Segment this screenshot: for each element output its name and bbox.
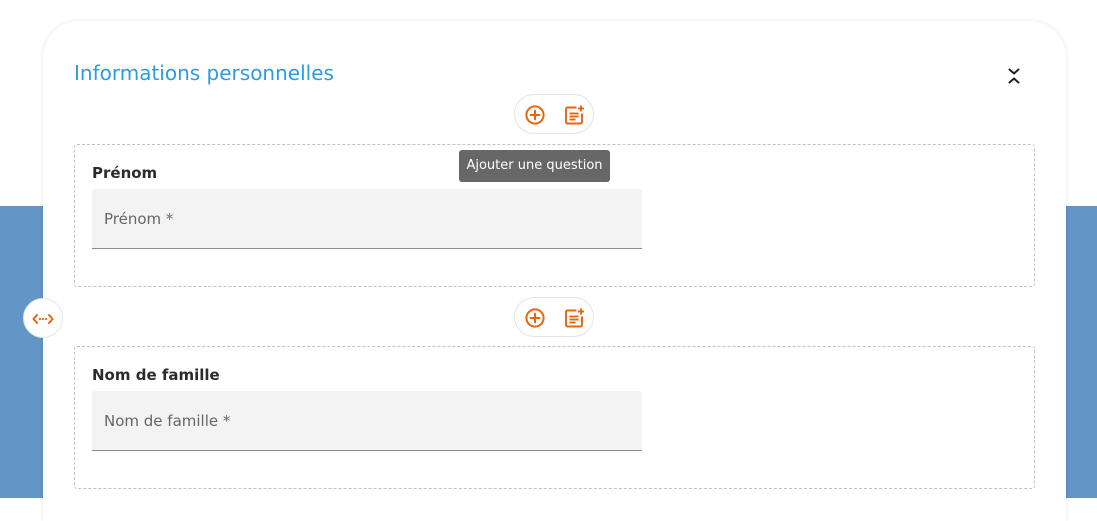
resize-horizontal-icon bbox=[32, 314, 54, 324]
add-controls-middle bbox=[514, 297, 594, 337]
section-title: Informations personnelles bbox=[74, 61, 334, 85]
plus-circle-icon bbox=[525, 105, 545, 125]
collapse-button[interactable] bbox=[1002, 64, 1026, 88]
note-add-icon bbox=[565, 105, 584, 125]
add-question-tooltip: Ajouter une question bbox=[459, 150, 610, 182]
add-controls-top bbox=[514, 94, 594, 134]
collapse-chevrons-icon bbox=[1008, 68, 1020, 84]
question-label: Prénom bbox=[92, 164, 158, 182]
add-question-button[interactable] bbox=[523, 306, 547, 330]
side-resize-handle[interactable] bbox=[23, 298, 63, 338]
question-block-nom-de-famille: Nom de famille bbox=[74, 346, 1035, 489]
question-label: Nom de famille bbox=[92, 366, 220, 384]
note-add-icon bbox=[565, 308, 584, 328]
add-question-button[interactable] bbox=[523, 103, 547, 127]
section-card: Informations personnelles Prénom Prénom … bbox=[43, 21, 1066, 521]
add-block-button[interactable] bbox=[562, 306, 586, 330]
add-block-button[interactable] bbox=[562, 103, 586, 127]
plus-circle-icon bbox=[525, 308, 545, 328]
prenom-input[interactable] bbox=[92, 189, 642, 249]
nom-de-famille-input[interactable] bbox=[92, 391, 642, 451]
